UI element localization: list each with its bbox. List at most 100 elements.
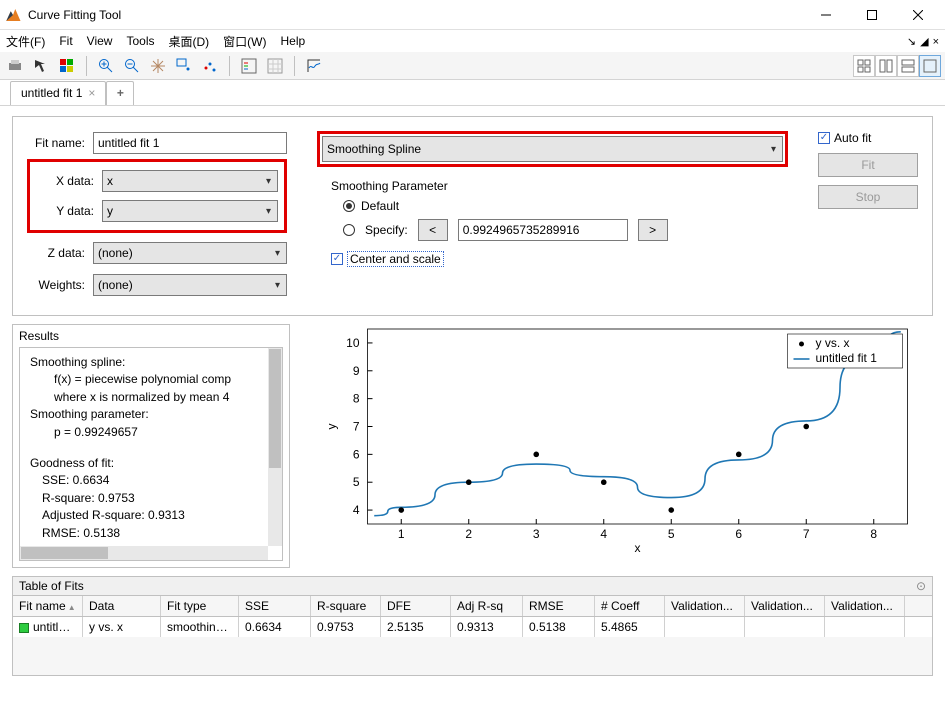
xdata-combo[interactable]: x▾ [102,170,278,192]
matlab-logo-icon [4,6,22,24]
results-title: Results [13,325,289,347]
toolbar [0,52,945,80]
svg-text:7: 7 [353,420,360,434]
menu-desktop[interactable]: 桌面(D) [168,33,209,50]
tab-close-icon[interactable]: × [88,86,95,100]
color-swatch-icon[interactable] [56,55,78,77]
zdata-label: Z data: [27,246,85,260]
svg-text:1: 1 [398,527,405,541]
weights-label: Weights: [27,278,85,292]
ydata-label: Y data: [36,204,94,218]
ydata-combo[interactable]: y▾ [102,200,278,222]
layout-grid-icon[interactable] [853,55,875,77]
center-scale-label: Center and scale [347,251,444,267]
table-header-row: Fit name▲ Data Fit type SSE R-square DFE… [13,596,932,617]
menu-window[interactable]: 窗口(W) [223,33,266,50]
increase-button[interactable]: > [638,219,668,241]
tab-label: untitled fit 1 [21,86,82,100]
zoom-out-icon[interactable] [121,55,143,77]
specify-radio-label: Specify: [365,223,408,237]
col-rsquare[interactable]: R-square [311,596,381,616]
menu-fit[interactable]: Fit [59,34,72,48]
svg-text:8: 8 [353,392,360,406]
legend-icon[interactable] [238,55,260,77]
maximize-button[interactable] [849,0,895,30]
specify-radio[interactable] [343,224,355,236]
menu-tools[interactable]: Tools [126,34,154,48]
smoothing-param-input[interactable] [458,219,628,241]
col-val-1[interactable]: Validation... [665,596,745,616]
window-titlebar: Curve Fitting Tool [0,0,945,30]
close-button[interactable] [895,0,941,30]
svg-text:4: 4 [353,503,360,517]
svg-text:y: y [325,424,339,430]
table-title: Table of Fits [19,579,84,593]
fitname-input[interactable] [93,132,287,154]
grid-icon[interactable] [264,55,286,77]
col-fit-name[interactable]: Fit name▲ [13,596,83,616]
default-radio-label: Default [361,199,399,213]
col-rmse[interactable]: RMSE [523,596,595,616]
svg-text:untitled fit 1: untitled fit 1 [816,351,878,365]
svg-text:7: 7 [803,527,810,541]
print-icon[interactable] [4,55,26,77]
table-menu-icon[interactable]: ⊙ [916,579,926,593]
exclude-outliers-icon[interactable] [199,55,221,77]
auto-fit-checkbox[interactable] [818,132,830,144]
data-cursor-icon[interactable] [173,55,195,77]
col-coeff[interactable]: # Coeff [595,596,665,616]
svg-text:6: 6 [735,527,742,541]
fit-plot[interactable]: 1234567845678910xyy vs. xuntitled fit 1 [302,324,933,568]
svg-text:5: 5 [353,475,360,489]
weights-combo[interactable]: (none)▾ [93,274,287,296]
svg-text:6: 6 [353,447,360,461]
menu-view[interactable]: View [87,34,113,48]
menu-file[interactable]: 文件(F) [6,33,45,50]
fit-type-combo[interactable]: Smoothing Spline▾ [322,136,783,162]
results-text[interactable]: Smoothing spline: f(x) = piecewise polyn… [19,347,283,561]
col-adj-rsq[interactable]: Adj R-sq [451,596,523,616]
layout-single-icon[interactable] [919,55,941,77]
residuals-plot-icon[interactable] [303,55,325,77]
svg-text:x: x [635,541,641,555]
table-row[interactable]: untitled ... y vs. x smoothing... 0.6634… [13,617,932,637]
arrow-icon[interactable] [30,55,52,77]
pan-icon[interactable] [147,55,169,77]
col-data[interactable]: Data [83,596,161,616]
decrease-button[interactable]: < [418,219,448,241]
fitname-label: Fit name: [27,136,85,150]
chevron-down-icon: ▾ [266,176,271,187]
table-of-fits: Table of Fits ⊙ Fit name▲ Data Fit type S… [12,576,933,676]
tab-fit-1[interactable]: untitled fit 1 × [10,81,106,105]
zdata-combo[interactable]: (none)▾ [93,242,287,264]
xy-data-highlight: X data: x▾ Y data: y▾ [27,159,287,233]
minimize-button[interactable] [803,0,849,30]
fit-button[interactable]: Fit [818,153,918,177]
layout-top-bottom-icon[interactable] [897,55,919,77]
results-hscroll[interactable] [20,546,268,560]
col-fit-type[interactable]: Fit type [161,596,239,616]
chevron-down-icon: ▾ [275,248,280,259]
tab-add-button[interactable]: + [106,81,134,105]
smoothing-param-title: Smoothing Parameter [331,179,788,193]
results-panel: Results Smoothing spline: f(x) = piecewi… [12,324,290,568]
fit-config-panel: Fit name: X data: x▾ Y data: y▾ Z data: … [12,116,933,316]
svg-text:4: 4 [600,527,607,541]
center-scale-checkbox[interactable] [331,253,343,265]
col-val-2[interactable]: Validation... [745,596,825,616]
svg-text:8: 8 [870,527,877,541]
default-radio[interactable] [343,200,355,212]
chevron-down-icon: ▾ [275,280,280,291]
menu-help[interactable]: Help [280,34,305,48]
col-val-3[interactable]: Validation... [825,596,905,616]
mdi-controls[interactable]: ↘◢× [903,34,939,48]
svg-text:2: 2 [465,527,472,541]
xdata-label: X data: [36,174,94,188]
layout-left-right-icon[interactable] [875,55,897,77]
results-vscroll[interactable] [268,348,282,546]
chevron-down-icon: ▾ [266,206,271,217]
col-dfe[interactable]: DFE [381,596,451,616]
zoom-in-icon[interactable] [95,55,117,77]
stop-button[interactable]: Stop [818,185,918,209]
col-sse[interactable]: SSE [239,596,311,616]
